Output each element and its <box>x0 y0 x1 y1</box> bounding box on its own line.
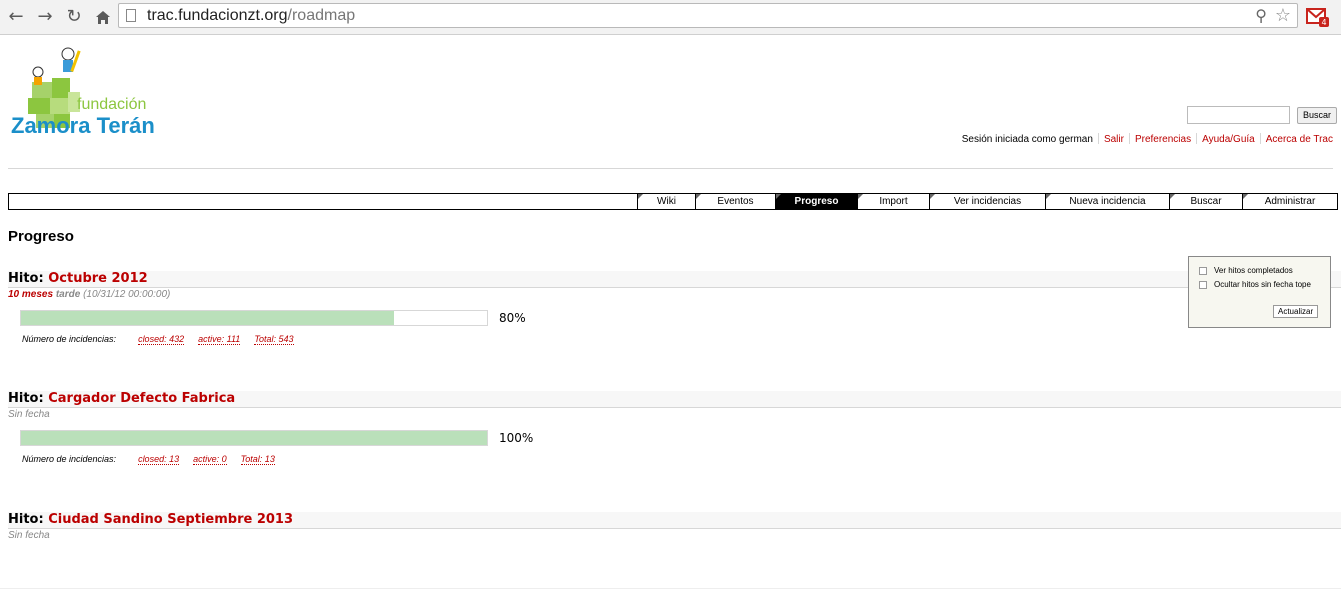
tab-buscar[interactable]: Buscar <box>1169 194 1242 209</box>
search-button[interactable]: Buscar <box>1297 107 1338 124</box>
logo-line1: fundación <box>77 96 147 113</box>
total-count-link[interactable]: Total: 543 <box>254 334 294 345</box>
milestone-date: Sin fecha <box>8 530 50 541</box>
active-count-link[interactable]: active: 0 <box>193 454 227 465</box>
closed-count-link[interactable]: closed: 13 <box>138 454 180 465</box>
logo-line2: Zamora Terán <box>11 113 155 138</box>
tab-ver-incidencias[interactable]: Ver incidencias <box>929 194 1045 209</box>
about-trac-link[interactable]: Acerca de Trac <box>1266 134 1333 145</box>
milestone-title: Hito: Ciudad Sandino Septiembre 2013 <box>8 512 294 527</box>
logout-link[interactable]: Salir <box>1104 134 1124 145</box>
tab-wiki[interactable]: Wiki <box>637 194 695 209</box>
update-button[interactable]: Actualizar <box>1273 305 1319 318</box>
search-input[interactable] <box>1187 106 1290 124</box>
svg-text:4: 4 <box>1321 18 1326 27</box>
milestone-title: Hito: Octubre 2012 <box>8 271 148 286</box>
zoom-icon[interactable]: ⚲ <box>1255 6 1267 25</box>
hide-no-due-option[interactable]: Ocultar hitos sin fecha tope <box>1199 280 1311 289</box>
address-bar[interactable]: trac.fundacionzt.org/roadmap ⚲ ☆ <box>118 3 1298 28</box>
progress-fill[interactable] <box>21 431 487 445</box>
milestone-link[interactable]: Octubre 2012 <box>48 271 147 286</box>
milestone-link[interactable]: Cargador Defecto Fabrica <box>48 391 235 406</box>
help-link[interactable]: Ayuda/Guía <box>1202 134 1255 145</box>
header-divider <box>8 168 1333 169</box>
total-count-link[interactable]: Total: 13 <box>240 454 275 465</box>
closed-count-link[interactable]: closed: 432 <box>138 334 185 345</box>
forward-icon[interactable]: → <box>34 6 56 28</box>
tab-import[interactable]: Import <box>857 194 929 209</box>
ticket-stats: Número de incidencias: closed: 432 active:… <box>22 334 294 345</box>
progress-fill[interactable] <box>21 311 394 325</box>
roadmap-preferences: Ver hitos completados Ocultar hitos sin … <box>1188 256 1331 328</box>
meta-nav: Sesión iniciada como german Salir Preferen… <box>962 133 1333 145</box>
page-title: Progreso <box>8 228 74 245</box>
progress-percent: 80% <box>499 311 526 325</box>
milestone-title: Hito: Cargador Defecto Fabrica <box>8 391 236 406</box>
hide-no-due-checkbox[interactable] <box>1199 280 1207 289</box>
extension-mail-icon[interactable]: 4 <box>1306 6 1330 27</box>
browser-toolbar: ← → ↻ trac.fundacionzt.org/roadmap ⚲ ☆ 4 <box>0 0 1341 35</box>
show-completed-option[interactable]: Ver hitos completados <box>1199 266 1293 275</box>
home-icon[interactable] <box>92 6 114 28</box>
page-icon <box>126 9 136 22</box>
reload-icon[interactable]: ↻ <box>63 6 85 28</box>
url-text: trac.fundacionzt.org/roadmap <box>147 7 356 24</box>
main-nav: Wiki Eventos Progreso Import Ver inciden… <box>8 193 1338 210</box>
ticket-stats: Número de incidencias: closed: 13 active: … <box>22 454 275 465</box>
preferences-link[interactable]: Preferencias <box>1135 134 1191 145</box>
back-icon[interactable]: ← <box>5 6 27 28</box>
milestone-link[interactable]: Ciudad Sandino Septiembre 2013 <box>48 512 293 527</box>
logged-in-text: Sesión iniciada como german <box>961 134 1093 145</box>
show-completed-checkbox[interactable] <box>1199 266 1207 275</box>
active-count-link[interactable]: active: 111 <box>198 334 241 345</box>
progress-percent: 100% <box>499 431 534 445</box>
tab-eventos[interactable]: Eventos <box>695 194 775 209</box>
tab-administrar[interactable]: Administrar <box>1242 194 1337 209</box>
progress-bar <box>20 310 488 326</box>
milestone-header <box>8 271 1341 288</box>
milestone-date: Sin fecha <box>8 409 50 420</box>
milestone-date: 10 meses tarde (10/31/12 00:00:00) <box>8 289 171 300</box>
progress-bar <box>20 430 488 446</box>
bookmark-star-icon[interactable]: ☆ <box>1275 5 1291 26</box>
late-duration[interactable]: 10 meses <box>8 289 53 300</box>
tab-progreso[interactable]: Progreso <box>775 194 857 209</box>
tab-nueva-incidencia[interactable]: Nueva incidencia <box>1045 194 1169 209</box>
